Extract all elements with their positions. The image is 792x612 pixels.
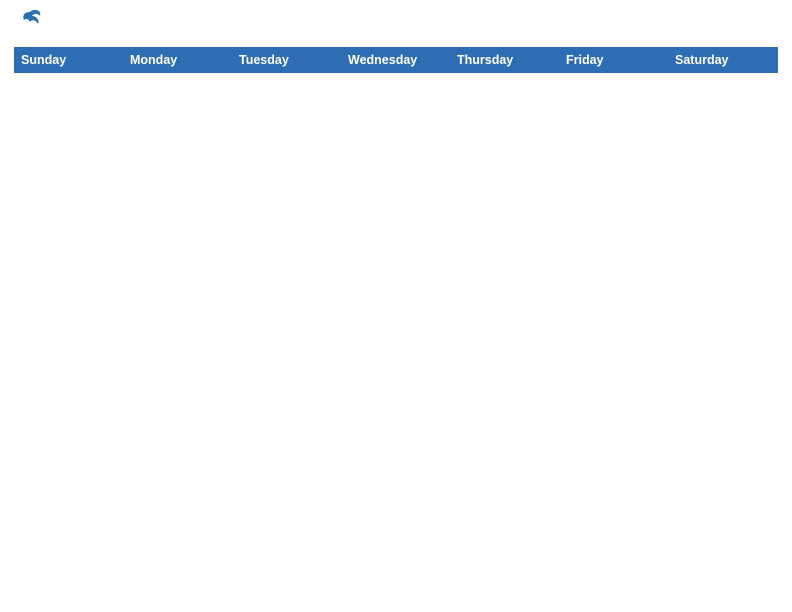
weekday-thursday: Thursday: [451, 48, 560, 73]
weekday-saturday: Saturday: [669, 48, 778, 73]
weekday-tuesday: Tuesday: [233, 48, 342, 73]
logo-bird-icon: [16, 6, 44, 39]
weekday-wednesday: Wednesday: [342, 48, 451, 73]
header: [14, 10, 778, 39]
weekday-friday: Friday: [560, 48, 669, 73]
page: SundayMondayTuesdayWednesdayThursdayFrid…: [0, 0, 792, 612]
calendar-table: SundayMondayTuesdayWednesdayThursdayFrid…: [14, 47, 778, 602]
weekday-monday: Monday: [124, 48, 233, 73]
weekday-sunday: Sunday: [15, 48, 124, 73]
logo: [14, 10, 44, 39]
weekday-header-row: SundayMondayTuesdayWednesdayThursdayFrid…: [15, 48, 778, 73]
